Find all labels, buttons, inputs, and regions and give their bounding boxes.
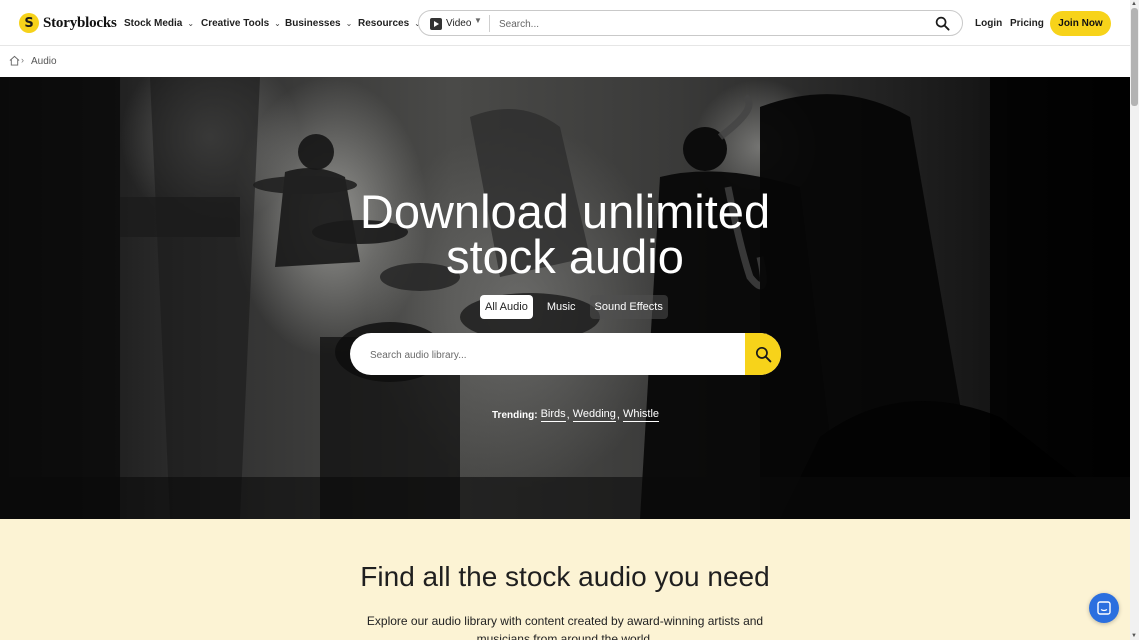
search-icon [755, 346, 771, 362]
scrollbar-thumb[interactable] [1131, 8, 1138, 106]
tab-sound-effects[interactable]: Sound Effects [589, 295, 668, 319]
caret-down-icon[interactable]: ▼ [474, 16, 482, 25]
global-search-bar: Video ▼ [418, 10, 963, 36]
menu-stock-media-label: Stock Media [124, 17, 183, 29]
chevron-down-icon: ⌄ [345, 18, 353, 28]
page-scrollbar[interactable]: ▲ ▼ [1130, 0, 1139, 640]
divider [489, 15, 490, 32]
separator: , [566, 409, 570, 421]
chevron-right-icon: › [21, 55, 24, 65]
media-type-select[interactable]: Video [430, 16, 471, 31]
global-search-input[interactable] [497, 14, 921, 35]
tab-all-audio[interactable]: All Audio [480, 295, 533, 319]
menu-resources[interactable]: Resources ⌄ [358, 0, 421, 46]
trending-link-whistle[interactable]: Whistle [622, 408, 660, 422]
media-type-label: Video [446, 18, 472, 29]
tab-music[interactable]: Music [542, 295, 581, 319]
audio-search-input[interactable] [368, 345, 732, 365]
chevron-down-icon: ⌄ [187, 18, 195, 28]
home-icon[interactable] [9, 55, 20, 66]
audio-search-button[interactable] [745, 333, 781, 375]
login-link[interactable]: Login [975, 0, 1002, 46]
hero-title-line-1: Download unlimited [359, 185, 771, 238]
scroll-up-icon[interactable]: ▲ [1131, 1, 1137, 7]
menu-stock-media[interactable]: Stock Media ⌄ [124, 0, 194, 46]
menu-businesses[interactable]: Businesses ⌄ [285, 0, 352, 46]
trending-label: Trending: [492, 409, 538, 421]
scroll-down-icon[interactable]: ▼ [1131, 633, 1137, 639]
menu-creative-tools[interactable]: Creative Tools ⌄ [201, 0, 281, 46]
search-icon[interactable] [935, 16, 950, 31]
top-navigation: S Storyblocks Stock Media ⌄ Creative Too… [0, 0, 1130, 46]
hero-section: Download unlimited stock audio All Audio… [0, 77, 1130, 519]
logo-mark-icon: S [19, 13, 39, 33]
menu-businesses-label: Businesses [285, 17, 341, 29]
trending-searches: Trending: Birds, Wedding, Whistle [492, 407, 660, 423]
trending-link-wedding[interactable]: Wedding [572, 408, 616, 422]
section-subtext: Explore our audio library with content c… [366, 614, 764, 640]
hero-title: Download unlimited stock audio [340, 185, 790, 283]
audio-intro-section: Find all the stock audio you need Explor… [0, 519, 1130, 640]
hero-title-line-2: stock audio [446, 230, 684, 283]
play-icon [430, 17, 442, 30]
chat-launcher-button[interactable] [1089, 593, 1119, 623]
breadcrumb: › Audio [0, 47, 1130, 76]
separator: , [616, 409, 620, 421]
chevron-down-icon: ⌄ [274, 18, 281, 28]
menu-resources-label: Resources [358, 17, 410, 29]
logo-wordmark: Storyblocks [43, 14, 117, 31]
audio-search-bar [350, 333, 781, 375]
menu-creative-tools-label: Creative Tools [201, 17, 270, 29]
trending-link-birds[interactable]: Birds [540, 408, 566, 422]
storyblocks-logo[interactable]: S Storyblocks [19, 12, 117, 34]
join-now-button[interactable]: Join Now [1050, 11, 1111, 36]
chat-icon [1097, 601, 1111, 615]
pricing-link[interactable]: Pricing [1010, 0, 1044, 46]
audio-type-tabs: All Audio Music Sound Effects [480, 295, 677, 319]
breadcrumb-current[interactable]: Audio [31, 56, 57, 67]
section-heading: Find all the stock audio you need [360, 561, 770, 592]
